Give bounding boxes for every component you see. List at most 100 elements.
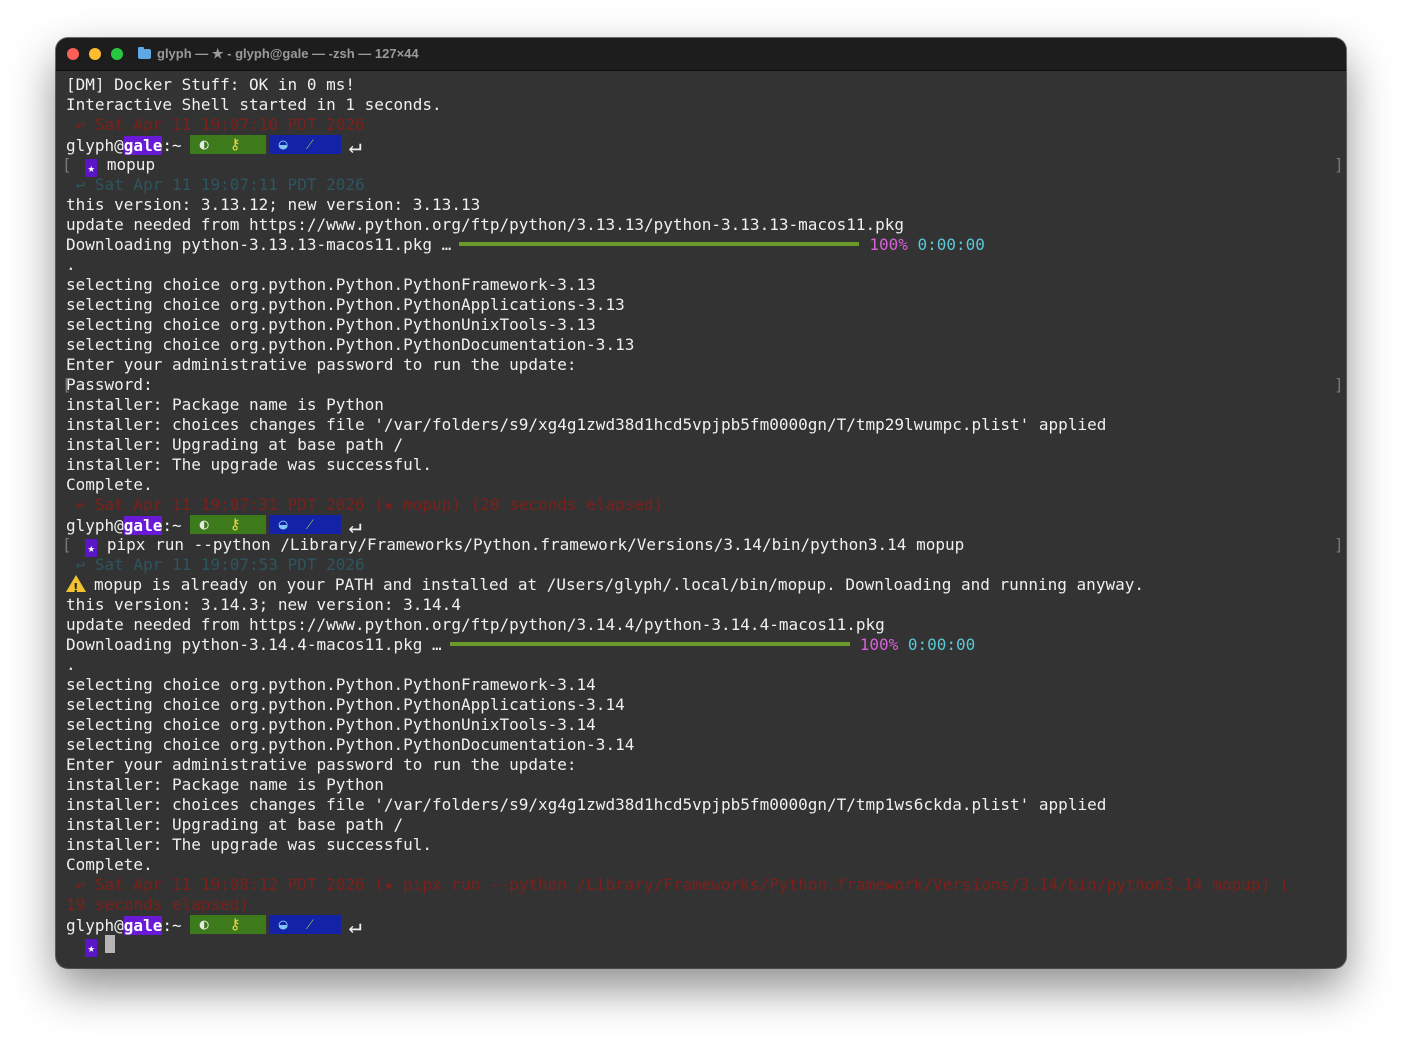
line-bracket-right: ] [1334,375,1344,394]
folder-icon [138,47,151,59]
output-line: selecting choice org.python.Python.Pytho… [66,315,596,334]
prompt-segment-green: ◐ ⚷ [189,515,266,534]
progress-percent: 100% [869,235,908,254]
whale-icon: ◒ [278,515,288,533]
status-line: ↩ Sat Apr 11 19:07:11 PDT 2026 [66,175,365,194]
output-line: update needed from https://www.python.or… [66,215,905,234]
download-line: Downloading python-3.14.4-macos11.pkg … 1… [66,635,1341,655]
output-line: installer: choices changes file '/var/fo… [66,415,1107,434]
status-line: 19 seconds elapsed) [66,895,250,914]
prompt-user: glyph@ [66,136,124,155]
line-bracket-right: ] [1334,535,1344,554]
prompt-segment-blue: ◒ ⁄ [268,915,341,934]
prompt-host: gale [123,516,163,535]
output-line: this version: 3.13.12; new version: 3.13… [66,195,481,214]
whale-icon: ◒ [278,915,288,933]
prompt-line: glyph@gale:~ ◐ ⚷ ◒ ⁄ ↵ [66,135,1341,158]
output-line: selecting choice org.python.Python.Pytho… [66,695,625,714]
window-title: glyph — ★ - glyph@gale — -zsh — 127×44 [138,46,419,62]
prompt-path: :~ [162,916,182,935]
prompt-line: glyph@gale:~ ◐ ⚷ ◒ ⁄ ↵ [66,915,1341,938]
password-prompt: Password: [66,375,153,394]
shell-icon: ◐ [199,515,209,533]
pea-pod-icon: ⁄ [308,915,312,933]
status-line: ↩ Sat Apr 11 19:08:12 PDT 2026 (★ pipx r… [66,875,1290,894]
output-line: installer: Upgrading at base path / [66,435,404,454]
output-line: selecting choice org.python.Python.Pytho… [66,335,635,354]
status-line: ↩ Sat Apr 11 19:07:53 PDT 2026 [66,555,365,574]
terminal-window: glyph — ★ - glyph@gale — -zsh — 127×44 [… [56,38,1346,968]
progress-time: 0:00:00 [907,635,976,654]
prompt-segment-blue: ◒ ⁄ [268,135,341,154]
key-icon: ⚷ [229,915,241,933]
prompt-path: :~ [162,516,182,535]
output-line: installer: The upgrade was successful. [66,835,433,854]
pea-pod-icon: ⁄ [308,515,312,533]
key-icon: ⚷ [229,135,241,153]
warning-icon [66,575,86,598]
command-text: mopup [106,155,156,174]
prompt-path: :~ [162,136,182,155]
download-text: Downloading python-3.14.4-macos11.pkg … [66,635,442,654]
status-line: ↩ Sat Apr 11 19:07:31 PDT 2026 (★ mopup)… [66,495,664,514]
output-line: selecting choice org.python.Python.Pytho… [66,735,635,754]
output-line: installer: The upgrade was successful. [66,455,433,474]
output-line: installer: Package name is Python [66,395,384,414]
star-icon: ★ [85,939,98,957]
text-cursor[interactable] [105,935,116,953]
prompt-line: glyph@gale:~ ◐ ⚷ ◒ ⁄ ↵ [66,515,1341,538]
terminal-output[interactable]: [DM] Docker Stuff: OK in 0 ms! Interacti… [62,75,1344,965]
line-bracket-right: ] [1334,155,1344,174]
key-icon: ⚷ [229,515,241,533]
output-line: . [66,255,76,274]
line-bracket-left: [ [62,155,72,174]
line-bracket-left: [ [62,375,72,394]
output-line: this version: 3.14.3; new version: 3.14.… [66,595,461,614]
progress-time: 0:00:00 [917,235,985,254]
output-line: Interactive Shell started in 1 seconds. [66,95,442,114]
output-line: update needed from https://www.python.or… [66,615,885,634]
output-line: Enter your administrative password to ru… [66,755,577,774]
zoom-button[interactable] [111,48,123,60]
window-title-text: glyph — ★ - glyph@gale — -zsh — 127×44 [157,46,419,61]
output-line: Complete. [66,855,153,874]
prompt-user: glyph@ [66,516,124,535]
close-button[interactable] [67,48,79,60]
prompt-segment-blue: ◒ ⁄ [268,515,341,534]
progress-bar [449,642,850,646]
whale-icon: ◒ [278,135,288,153]
output-line: . [66,655,76,674]
command-text: pipx run --python /Library/Frameworks/Py… [106,535,965,554]
status-line: ↩ Sat Apr 11 19:07:10 PDT 2026 [66,115,365,134]
prompt-host: gale [123,916,163,935]
output-line: installer: Upgrading at base path / [66,815,404,834]
output-line: selecting choice org.python.Python.Pytho… [66,715,596,734]
pea-pod-icon: ⁄ [308,135,312,153]
shell-icon: ◐ [199,915,209,933]
download-text: Downloading python-3.13.13-macos11.pkg … [66,235,452,254]
line-bracket-left: [ [62,535,72,554]
download-line: Downloading python-3.13.13-macos11.pkg …… [66,235,1341,255]
output-line: selecting choice org.python.Python.Pytho… [66,295,625,314]
command-input-line[interactable]: ★ [66,935,1341,957]
command-line: [ ★ pipx run --python /Library/Framework… [62,535,1344,557]
prompt-user: glyph@ [66,916,124,935]
progress-percent: 100% [859,635,899,654]
minimize-button[interactable] [89,48,101,60]
output-line: Enter your administrative password to ru… [66,355,577,374]
prompt-segment-green: ◐ ⚷ [189,135,266,154]
command-line: [ ★ mopup] [62,155,1344,177]
progress-bar [459,242,860,246]
output-line: Complete. [66,475,153,494]
shell-icon: ◐ [199,135,209,153]
output-line: [DM] Docker Stuff: OK in 0 ms! [66,75,355,94]
prompt-host: gale [123,136,163,155]
title-bar: glyph — ★ - glyph@gale — -zsh — 127×44 [56,38,1346,71]
output-line: installer: Package name is Python [66,775,384,794]
output-line: installer: choices changes file '/var/fo… [66,795,1107,814]
password-line: [Password:] [62,375,1344,395]
warning-text: mopup is already on your PATH and instal… [94,575,1144,594]
prompt-segment-green: ◐ ⚷ [189,915,266,934]
output-line: selecting choice org.python.Python.Pytho… [66,275,596,294]
output-line: selecting choice org.python.Python.Pytho… [66,675,596,694]
